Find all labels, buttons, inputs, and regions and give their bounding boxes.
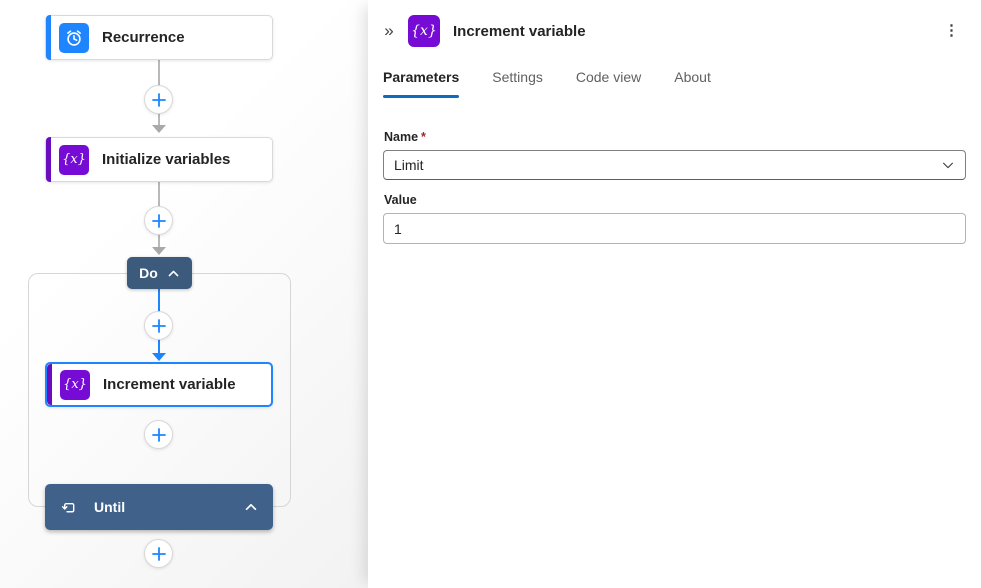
plus-icon: [152, 214, 166, 228]
name-combobox-value: Limit: [394, 157, 424, 173]
until-loop-icon: [60, 499, 77, 516]
chevron-up-icon[interactable]: [244, 500, 258, 514]
value-field-label: Value: [384, 193, 966, 207]
tab-about[interactable]: About: [674, 63, 711, 98]
node-accent: [46, 15, 51, 60]
more-options-icon[interactable]: ⋮: [938, 19, 965, 43]
parameters-form: Name* Limit Value: [368, 130, 981, 244]
collapse-panel-icon[interactable]: »: [376, 15, 402, 47]
variable-glyph: {x}: [411, 23, 437, 39]
tab-settings[interactable]: Settings: [492, 63, 543, 98]
panel-header: » {x} Increment variable ⋮: [368, 0, 981, 47]
variable-icon: {x}: [59, 145, 89, 175]
tab-label: Settings: [492, 69, 543, 85]
panel-title: Increment variable: [453, 23, 586, 40]
node-increment-variable[interactable]: {x} Increment variable: [45, 362, 273, 407]
tab-label: Parameters: [383, 69, 459, 85]
do-label: Do: [139, 265, 158, 281]
tab-parameters[interactable]: Parameters: [383, 63, 459, 98]
node-initialize-variables[interactable]: {x} Initialize variables: [45, 137, 273, 182]
chevron-down-icon[interactable]: [941, 158, 955, 172]
chevron-up-icon[interactable]: [167, 267, 180, 280]
insert-action-button[interactable]: [144, 311, 173, 340]
name-field-label: Name*: [384, 130, 966, 144]
until-loop-footer[interactable]: Until: [45, 484, 273, 530]
node-recurrence[interactable]: Recurrence: [45, 15, 273, 60]
variable-icon: {x}: [60, 370, 90, 400]
insert-action-button[interactable]: [144, 420, 173, 449]
connector-arrow-icon: [152, 247, 166, 255]
tab-code-view[interactable]: Code view: [576, 63, 641, 98]
plus-icon: [152, 93, 166, 107]
tab-label: About: [674, 69, 711, 85]
do-loop-header[interactable]: Do: [127, 257, 192, 289]
label-text: Value: [384, 193, 417, 207]
value-input[interactable]: [383, 213, 966, 244]
required-asterisk: *: [421, 130, 426, 144]
node-accent: [47, 364, 52, 405]
plus-icon: [152, 319, 166, 333]
node-label: Recurrence: [102, 29, 185, 46]
node-label: Increment variable: [103, 376, 236, 393]
tab-label: Code view: [576, 69, 641, 85]
variable-glyph: {x}: [62, 152, 86, 167]
panel-tabs: Parameters Settings Code view About: [368, 63, 981, 98]
connector-arrow-icon: [152, 125, 166, 133]
flow-canvas[interactable]: Recurrence {x} Initialize variables: [0, 0, 368, 588]
insert-action-button[interactable]: [144, 539, 173, 568]
label-text: Name: [384, 130, 418, 144]
properties-panel: » {x} Increment variable ⋮ Parameters Se…: [368, 0, 981, 588]
node-label: Initialize variables: [102, 151, 230, 168]
node-accent: [46, 137, 51, 182]
insert-action-button[interactable]: [144, 85, 173, 114]
power-automate-designer: Recurrence {x} Initialize variables: [0, 0, 981, 588]
connector-arrow-icon: [152, 353, 166, 361]
name-combobox[interactable]: Limit: [383, 150, 966, 180]
plus-icon: [152, 428, 166, 442]
variable-icon: {x}: [408, 15, 440, 47]
until-label: Until: [94, 499, 125, 515]
insert-action-button[interactable]: [144, 206, 173, 235]
plus-icon: [152, 547, 166, 561]
variable-glyph: {x}: [63, 377, 87, 392]
clock-icon: [59, 23, 89, 53]
